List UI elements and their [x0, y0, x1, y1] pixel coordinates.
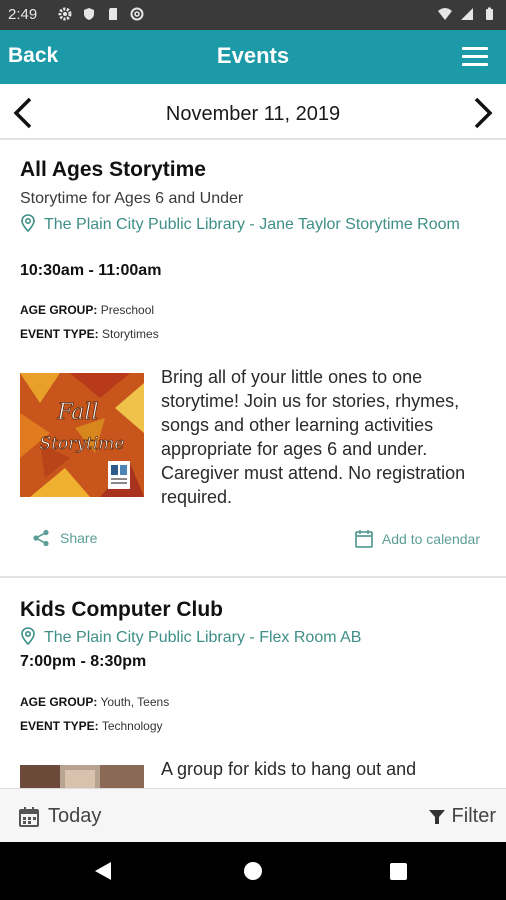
event-type: EVENT TYPE: Technology	[20, 719, 163, 733]
status-time: 2:49	[8, 6, 38, 23]
nav-back-icon[interactable]	[95, 862, 111, 880]
filter-button[interactable]: Filter	[428, 805, 496, 828]
sd-card-icon	[109, 8, 117, 20]
wifi-icon	[438, 8, 452, 20]
bottom-toolbar: Today Filter	[0, 788, 506, 842]
chevron-right-icon[interactable]	[468, 96, 498, 130]
filter-label[interactable]: Filter	[452, 805, 496, 828]
event-type-label: EVENT TYPE:	[20, 719, 99, 733]
fall-storytime-image: Fall Storytime	[20, 373, 144, 497]
date-navigator: November 11, 2019	[0, 84, 506, 140]
add-to-calendar-button[interactable]: Add to calendar	[354, 529, 480, 549]
status-left-icons	[58, 7, 144, 21]
event-title[interactable]: All Ages Storytime	[20, 158, 206, 182]
nav-home-icon[interactable]	[244, 862, 262, 880]
page-title: Events	[216, 43, 290, 68]
system-nav-bar	[0, 842, 506, 900]
event-type-value: Storytimes	[102, 327, 159, 341]
today-label[interactable]: Today	[48, 805, 101, 828]
map-pin-icon	[21, 214, 35, 232]
shield-icon	[84, 8, 94, 20]
gear-icon	[58, 7, 72, 21]
current-date: November 11, 2019	[165, 103, 341, 125]
chevron-left-icon[interactable]	[8, 96, 38, 130]
battery-icon	[486, 7, 493, 20]
today-button[interactable]: Today	[18, 805, 101, 828]
event-subtitle: Storytime for Ages 6 and Under	[20, 190, 244, 207]
event-description: Bring all of your little ones to one sto…	[161, 367, 466, 507]
share-button[interactable]: Share	[32, 529, 97, 547]
filter-icon	[428, 809, 445, 824]
event-card[interactable]: Kids Computer Club The Plain City Public…	[0, 580, 506, 788]
event-location-text[interactable]: The Plain City Public Library - Jane Tay…	[44, 216, 460, 233]
event-title[interactable]: Kids Computer Club	[20, 598, 223, 622]
back-button[interactable]: Back	[8, 44, 58, 68]
calendar-icon	[19, 806, 39, 827]
app-bar: Back Events	[0, 30, 506, 84]
event-type: EVENT TYPE: Storytimes	[20, 327, 159, 341]
hamburger-menu-icon[interactable]	[462, 47, 488, 67]
event-location-link[interactable]: The Plain City Public Library - Jane Tay…	[20, 214, 460, 235]
signal-icon	[461, 8, 473, 20]
age-group-label: AGE GROUP:	[20, 303, 98, 317]
image-caption-storytime: Storytime	[40, 434, 125, 454]
share-label[interactable]: Share	[60, 530, 97, 546]
event-time: 7:00pm - 8:30pm	[20, 653, 147, 670]
kids-computer-image	[20, 765, 144, 788]
status-right-icons	[438, 7, 496, 21]
event-location-text[interactable]: The Plain City Public Library - Flex Roo…	[44, 629, 361, 646]
map-pin-icon	[21, 627, 35, 645]
age-group: AGE GROUP: Preschool	[20, 303, 154, 317]
age-group: AGE GROUP: Youth, Teens	[20, 695, 169, 709]
age-group-label: AGE GROUP:	[20, 695, 98, 709]
event-type-label: EVENT TYPE:	[20, 327, 99, 341]
event-type-value: Technology	[101, 719, 163, 733]
event-image: Fall Storytime	[20, 373, 144, 497]
event-time: 10:30am - 11:00am	[20, 262, 162, 279]
share-icon	[33, 529, 49, 547]
image-caption-fall: Fall	[57, 400, 99, 425]
event-card[interactable]: All Ages Storytime Storytime for Ages 6 …	[0, 140, 506, 578]
age-group-value: Youth, Teens	[100, 695, 170, 709]
event-location-link[interactable]: The Plain City Public Library - Flex Roo…	[20, 627, 460, 648]
circle-at-icon	[130, 7, 144, 21]
nav-recents-icon[interactable]	[390, 863, 407, 880]
calendar-icon	[355, 530, 373, 548]
event-list[interactable]: All Ages Storytime Storytime for Ages 6 …	[0, 140, 506, 788]
event-description: A group for kids to hang out and	[161, 759, 417, 779]
status-bar: 2:49	[0, 0, 506, 30]
age-group-value: Preschool	[100, 303, 155, 317]
add-to-calendar-label[interactable]: Add to calendar	[382, 531, 480, 547]
event-image	[20, 765, 144, 788]
